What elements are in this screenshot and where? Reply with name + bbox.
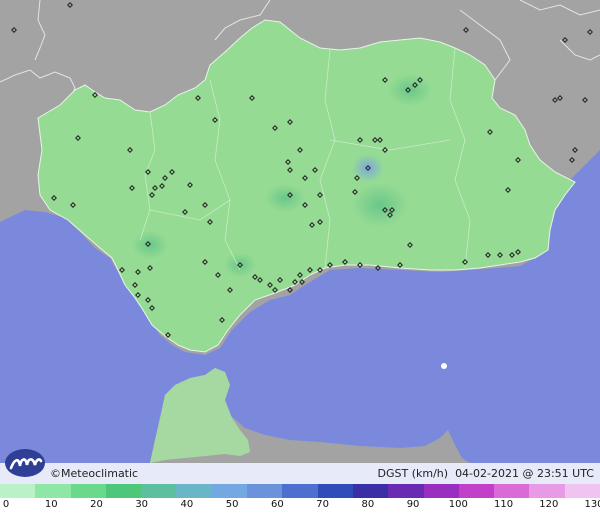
legend-variable: DGST (km/h): [377, 467, 449, 480]
brand-name[interactable]: ©Meteoclimatic: [50, 467, 138, 480]
color-swatch: [423, 484, 459, 498]
color-swatch: [564, 484, 600, 498]
color-swatch: [35, 484, 71, 498]
color-swatch: [70, 484, 106, 498]
meteoclimatic-logo-icon[interactable]: [3, 448, 49, 478]
legend-timestamp: 04-02-2021 @ 23:51 UTC: [455, 467, 594, 480]
scale-tick-label: 120: [539, 499, 559, 510]
scale-tick-label: 90: [406, 499, 420, 510]
color-scale-ticks: 0 10 20 30 40 50 60 70 80 90 100 110 120 130: [0, 499, 600, 515]
scale-tick-label: 70: [316, 499, 329, 510]
color-swatch: [317, 484, 353, 498]
color-swatch: [211, 484, 248, 498]
info-bar: ©Meteoclimatic DGST (km/h) 04-02-2021 @ …: [0, 463, 600, 484]
wind-gust-map[interactable]: [0, 0, 600, 517]
scale-tick-label: 40: [180, 499, 194, 510]
color-swatch: [105, 484, 142, 498]
scale-tick-label: 130: [584, 499, 600, 510]
scale-tick-label: 50: [225, 499, 239, 510]
color-swatch: [529, 484, 565, 498]
color-swatch: [458, 484, 495, 498]
color-swatch: [141, 484, 177, 498]
scale-tick-label: 10: [44, 499, 58, 510]
scale-tick-label: 30: [135, 499, 149, 510]
color-swatch: [176, 484, 212, 498]
color-swatch: [388, 484, 424, 498]
legend-title: DGST (km/h) 04-02-2021 @ 23:51 UTC: [378, 467, 594, 480]
color-scale-bar: [0, 484, 600, 498]
color-swatch: [352, 484, 389, 498]
scale-tick-label: 100: [448, 499, 468, 510]
color-swatch: [494, 484, 530, 498]
color-scale: 0 10 20 30 40 50 60 70 80 90 100 110 120 130: [0, 484, 600, 517]
color-swatch: [247, 484, 283, 498]
scale-tick-label: 20: [90, 499, 103, 510]
color-swatch: [282, 484, 318, 498]
scale-tick-label: 110: [493, 499, 514, 510]
color-swatch: [0, 484, 36, 498]
scale-tick-label: 0: [2, 499, 10, 510]
scale-tick-label: 60: [271, 499, 284, 510]
scale-tick-label: 80: [361, 499, 375, 510]
